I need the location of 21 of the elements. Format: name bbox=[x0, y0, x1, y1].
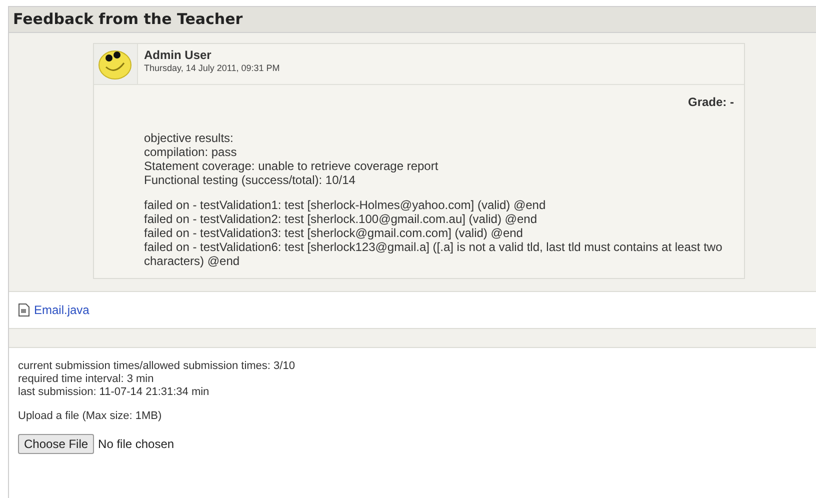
choose-file-button[interactable]: Choose File bbox=[18, 434, 94, 454]
grade-label: Grade: - bbox=[688, 94, 734, 111]
file-link[interactable]: Email.java bbox=[34, 301, 90, 319]
feedback-line: Statement coverage: unable to retrieve coverage report bbox=[144, 159, 440, 173]
feedback-line: failed on - testValidation3: test [sherlock@gmail.com.com] (valid) @end bbox=[144, 226, 524, 240]
file-status: No file chosen bbox=[98, 436, 174, 452]
feedback-line: failed on - testValidation1: test [sherlock-Holmes@yahoo.com] (valid) @end bbox=[144, 198, 547, 212]
feedback-line: compilation: pass bbox=[144, 145, 238, 159]
feedback-line: objective results: bbox=[144, 131, 234, 145]
feedback-line: failed on - testValidation6: test [sherlock123@gmail.a] ([.a] is not a valid tld, last tld must contains at least two characters) @end bbox=[144, 240, 724, 268]
upload-label: Upload a file (Max size: 1MB) bbox=[18, 409, 163, 424]
submission-info: last submission: 11-07-14 21:31:34 min bbox=[18, 386, 210, 399]
avatar-icon bbox=[98, 48, 132, 80]
post-date: Thursday, 14 July 2011, 09:31 PM bbox=[144, 62, 280, 75]
submission-info: required time interval: 3 min bbox=[18, 373, 155, 386]
submission-info: current submission times/allowed submission times: 3/10 bbox=[18, 360, 296, 373]
author-name: Admin User bbox=[144, 48, 212, 62]
feedback-line: failed on - testValidation2: test [sherlock.100@gmail.com.au] (valid) @end bbox=[144, 212, 538, 226]
feedback-line: Functional testing (success/total): 10/14 bbox=[144, 173, 356, 187]
section-title: Feedback from the Teacher bbox=[13, 9, 243, 30]
document-icon bbox=[18, 303, 30, 317]
